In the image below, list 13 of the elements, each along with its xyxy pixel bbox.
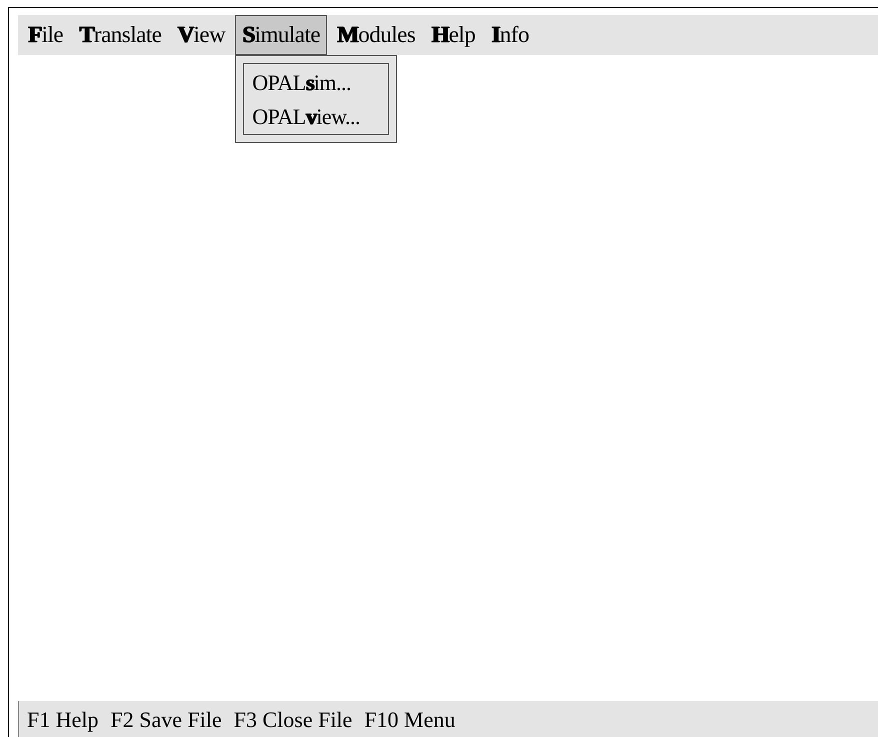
menu-item[interactable]: Translate <box>73 15 168 55</box>
menu-item[interactable]: Info <box>485 15 535 55</box>
menu-item[interactable]: File <box>22 15 70 55</box>
menu-item[interactable]: View <box>171 15 232 55</box>
menu-item[interactable]: Simulate <box>235 15 328 55</box>
shortcut-hint: F10 Menu <box>364 706 456 734</box>
shortcut-hint: F3 Close File <box>234 706 352 734</box>
shortcut-hint: F1 Help <box>27 706 98 734</box>
menu-item[interactable]: Help <box>425 15 482 55</box>
menu-option[interactable]: OPALview... <box>244 99 388 133</box>
menu-item[interactable]: Modules <box>331 15 422 55</box>
menu-option[interactable]: OPALsim... <box>244 65 388 99</box>
shortcut-hint: F2 Save File <box>110 706 222 734</box>
